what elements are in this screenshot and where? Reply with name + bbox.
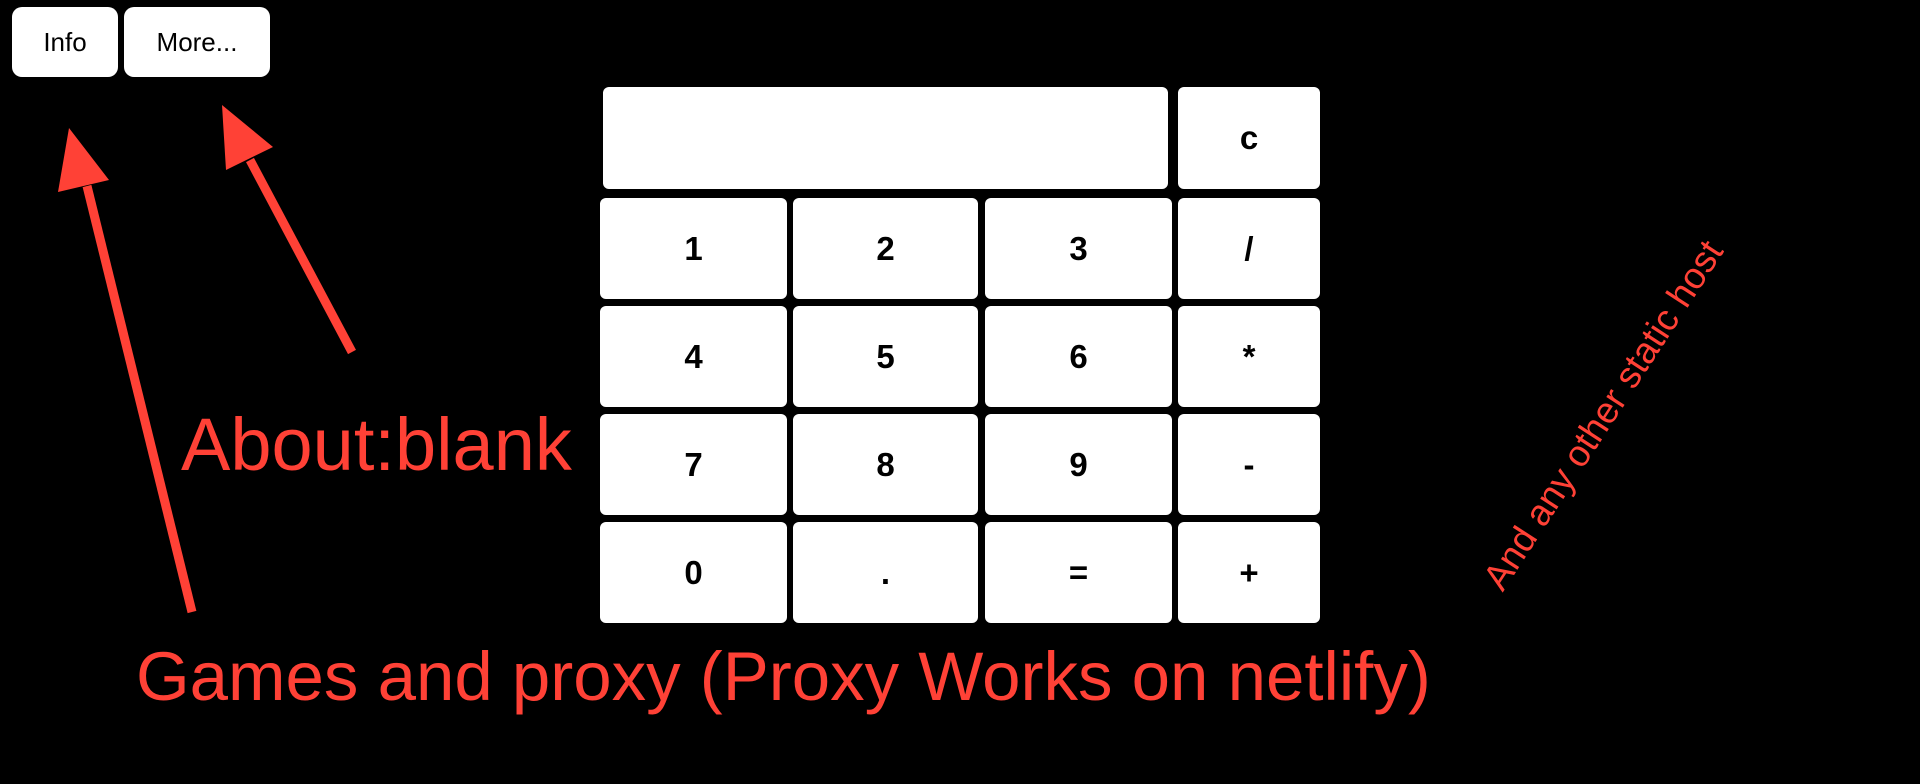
arrow-up-icon [58, 128, 197, 614]
key-equals[interactable]: = [985, 522, 1172, 623]
more-button[interactable]: More... [124, 7, 270, 77]
key-2[interactable]: 2 [793, 198, 978, 299]
info-arrow-head [58, 128, 109, 192]
key-0[interactable]: 0 [600, 522, 787, 623]
games-and-proxy-label: Games and proxy (Proxy Works on netlify) [136, 638, 1431, 715]
more-arrow-head [222, 105, 273, 170]
key-7[interactable]: 7 [600, 414, 787, 515]
key-multiply[interactable]: * [1178, 306, 1320, 407]
key-3[interactable]: 3 [985, 198, 1172, 299]
arrow-up-icon [222, 105, 356, 355]
about-blank-label: About:blank [181, 403, 572, 486]
more-arrow-shaft [246, 157, 356, 355]
key-add[interactable]: + [1178, 522, 1320, 623]
key-5[interactable]: 5 [793, 306, 978, 407]
key-8[interactable]: 8 [793, 414, 978, 515]
key-subtract[interactable]: - [1178, 414, 1320, 515]
info-arrow-shaft [82, 184, 197, 614]
key-6[interactable]: 6 [985, 306, 1172, 407]
key-9[interactable]: 9 [985, 414, 1172, 515]
key-4[interactable]: 4 [600, 306, 787, 407]
static-host-label: And any other static host [1474, 233, 1732, 597]
calculator: c 1 2 3 / 4 5 6 * 7 8 9 - 0 . = + [600, 87, 1320, 623]
calculator-display[interactable] [603, 87, 1168, 189]
key-1[interactable]: 1 [600, 198, 787, 299]
key-divide[interactable]: / [1178, 198, 1320, 299]
clear-button[interactable]: c [1178, 87, 1320, 189]
info-button[interactable]: Info [12, 7, 118, 77]
key-decimal[interactable]: . [793, 522, 978, 623]
